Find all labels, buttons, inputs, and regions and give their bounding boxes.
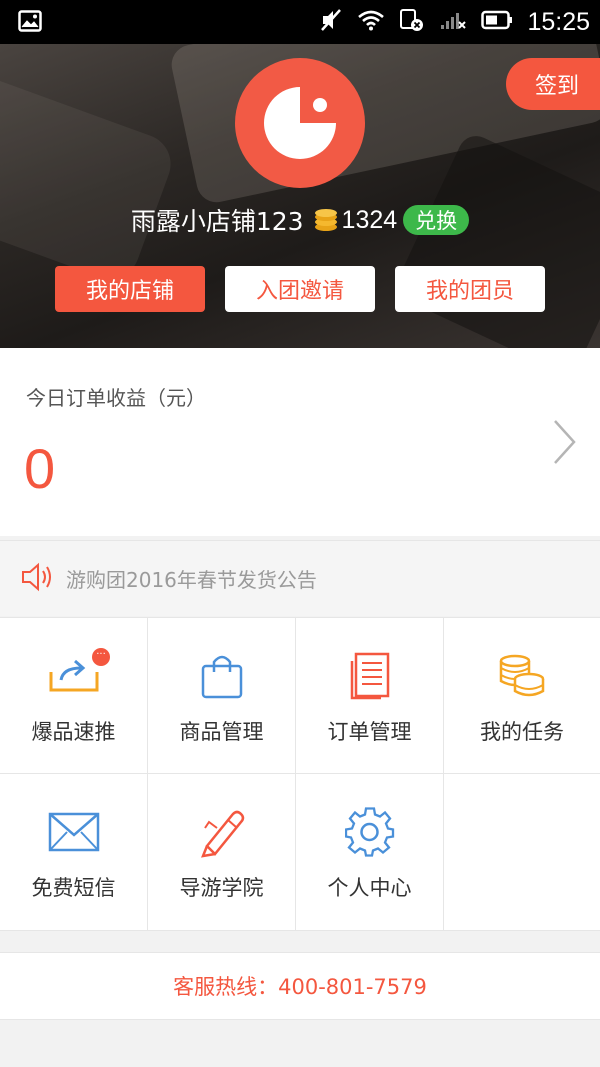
mute-icon [319,8,343,36]
shopping-bag-icon [148,646,295,706]
feature-grid: ··· 爆品速推 商品管理 订单管理 我的任务 免费短信 导游学院 个人中心 [0,617,600,931]
grid-item-product-management[interactable]: 商品管理 [148,618,296,774]
grid-item-personal-center[interactable]: 个人中心 [296,774,444,930]
grid-item-label: 我的任务 [480,720,564,744]
grid-item-label: 免费短信 [31,876,116,900]
earnings-label: 今日订单收益（元） [26,386,206,410]
grid-item-label: 个人中心 [327,876,412,900]
grid-item-guide-academy[interactable]: 导游学院 [148,774,296,930]
image-icon [18,10,42,36]
earnings-value: 0 [24,437,56,500]
notification-badge: ··· [92,648,110,666]
grid-item-label: 导游学院 [179,876,264,900]
signal-icon [439,9,467,35]
announcement-text: 游购团2016年春节发货公告 [66,568,317,592]
grid-item-free-sms[interactable]: 免费短信 [0,774,148,930]
grid-item-label: 爆品速推 [31,720,116,744]
grid-item-hot-push[interactable]: ··· 爆品速推 [0,618,148,774]
profile-header: 签到 雨露小店铺123 1324 兑换 我的店铺 入团邀请 我的团员 [0,44,600,348]
gear-icon [296,802,443,862]
pencil-icon [148,802,295,862]
envelope-icon [0,802,147,862]
join-invite-button[interactable]: 入团邀请 [225,266,375,312]
grid-item-label: 订单管理 [327,720,412,744]
pie-logo-icon [264,87,336,159]
my-shop-button[interactable]: 我的店铺 [55,266,205,312]
grid-item-order-management[interactable]: 订单管理 [296,618,444,774]
status-bar: 15:25 [0,0,600,44]
share-icon [0,646,147,706]
battery-icon [481,10,513,34]
shop-name: 雨露小店铺123 [130,207,304,236]
sim-icon [399,8,425,36]
grid-item-my-tasks[interactable]: 我的任务 [444,618,600,774]
announcement-bar[interactable]: 游购团2016年春节发货公告 [0,540,600,616]
shop-info: 雨露小店铺123 1324 兑换 [0,202,600,238]
avatar[interactable] [235,58,365,188]
coins-icon [312,207,340,233]
customer-service-hotline[interactable]: 客服热线：400-801-7579 [0,952,600,1020]
grid-item-empty [444,774,600,930]
points-value: 1324 [341,205,398,234]
speaker-icon [20,562,54,596]
my-members-button[interactable]: 我的团员 [395,266,545,312]
exchange-button[interactable]: 兑换 [403,205,470,235]
today-earnings-card[interactable]: 今日订单收益（元） 0 [0,348,600,536]
document-icon [296,646,443,706]
grid-item-label: 商品管理 [179,720,264,744]
coins-stack-icon [444,646,600,706]
sign-in-button[interactable]: 签到 [506,58,600,110]
wifi-icon [357,9,385,35]
chevron-right-icon [552,418,578,470]
status-time: 15:25 [527,7,590,36]
